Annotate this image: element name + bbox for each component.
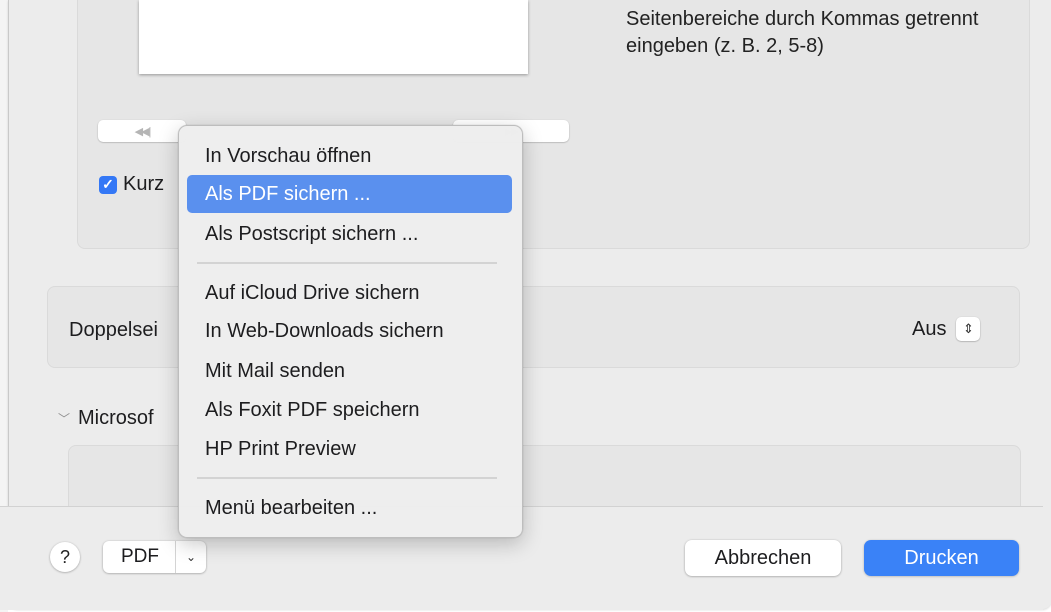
cancel-button-label: Abbrechen xyxy=(714,546,812,569)
page-preview-thumbnail xyxy=(139,0,528,74)
rewind-icon: ◀◀ | xyxy=(134,125,152,138)
duplex-label: Doppelsei xyxy=(69,319,158,341)
duplex-select[interactable]: Aus ⇕ xyxy=(912,317,981,341)
menu-item-label: In Vorschau öffnen xyxy=(205,144,372,167)
menu-item-label: HP Print Preview xyxy=(205,437,356,460)
menu-item-label: Als Postscript sichern ... xyxy=(205,222,419,245)
pdf-menu-button[interactable]: PDF ⌄ xyxy=(103,541,206,573)
up-down-chevron-icon[interactable]: ⇕ xyxy=(956,317,981,341)
pdf-dropdown-menu: In Vorschau öffnen Als PDF sichern ... A… xyxy=(178,125,523,538)
help-label: ? xyxy=(59,546,70,567)
microsoft-section-label: Microsof xyxy=(78,407,154,429)
chevron-down-icon[interactable]: ⌄ xyxy=(176,550,206,564)
page-range-hint: Seitenbereiche durch Kommas getrennt ein… xyxy=(626,8,979,57)
menu-item-edit-menu[interactable]: Menü bearbeiten ... xyxy=(187,489,512,527)
print-button[interactable]: Drucken xyxy=(864,540,1019,576)
menu-item-label: Auf iCloud Drive sichern xyxy=(205,281,420,304)
menu-item-save-as-foxit-pdf[interactable]: Als Foxit PDF speichern xyxy=(187,391,512,429)
print-button-label: Drucken xyxy=(904,546,979,569)
checkbox-row[interactable]: ✓ Kurz xyxy=(99,173,164,196)
duplex-value: Aus xyxy=(912,317,947,340)
checkmark-icon[interactable]: ✓ xyxy=(99,175,117,194)
menu-item-label: Menü bearbeiten ... xyxy=(205,496,378,519)
menu-item-save-to-icloud[interactable]: Auf iCloud Drive sichern xyxy=(187,274,512,312)
menu-item-label: Als PDF sichern ... xyxy=(205,182,371,205)
menu-item-hp-print-preview[interactable]: HP Print Preview xyxy=(187,430,512,468)
pdf-button-label: PDF xyxy=(103,541,176,573)
cancel-button[interactable]: Abbrechen xyxy=(685,540,841,576)
checkbox-label: Kurz xyxy=(123,173,165,195)
menu-item-save-as-pdf[interactable]: Als PDF sichern ... xyxy=(187,175,512,213)
help-button[interactable]: ? xyxy=(50,542,80,572)
menu-separator xyxy=(197,477,497,479)
microsoft-section-header[interactable]: ﹀ Microsof xyxy=(58,407,154,430)
menu-item-send-via-mail[interactable]: Mit Mail senden xyxy=(187,352,512,390)
previous-page-button[interactable]: ◀◀ | xyxy=(98,120,186,142)
chevron-down-icon[interactable]: ﹀ xyxy=(58,410,70,427)
menu-item-save-to-web-downloads[interactable]: In Web-Downloads sichern xyxy=(187,312,512,350)
menu-item-label: In Web-Downloads sichern xyxy=(205,319,444,342)
menu-item-open-in-preview[interactable]: In Vorschau öffnen xyxy=(187,137,512,175)
menu-item-label: Mit Mail senden xyxy=(205,359,346,382)
menu-item-save-as-postscript[interactable]: Als Postscript sichern ... xyxy=(187,215,512,253)
menu-separator xyxy=(197,262,497,264)
menu-item-label: Als Foxit PDF speichern xyxy=(205,398,420,421)
